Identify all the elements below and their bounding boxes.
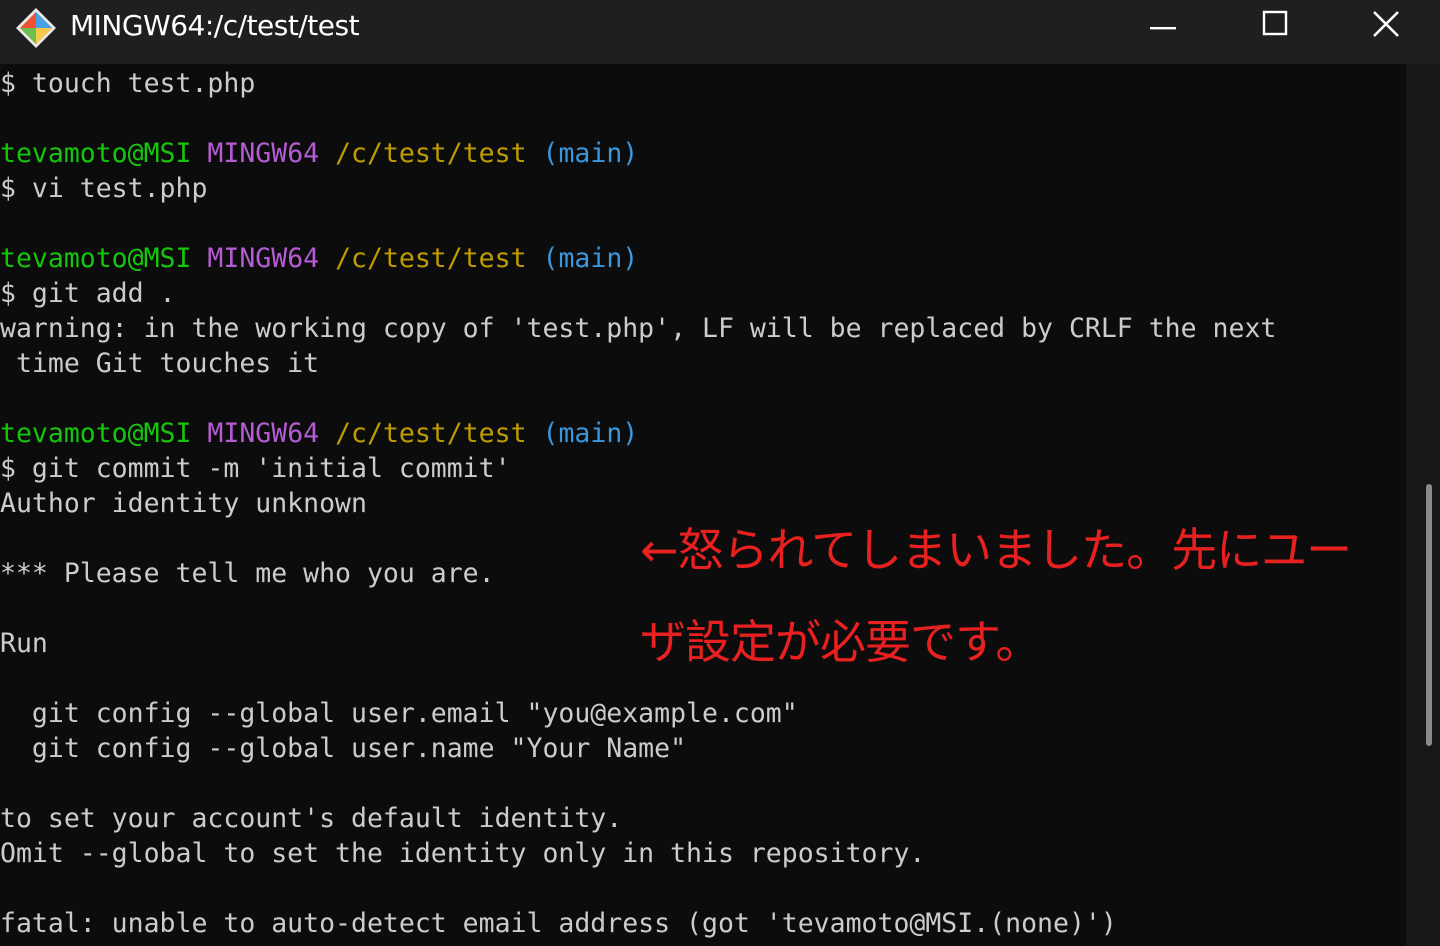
maximize-icon: [1262, 10, 1290, 43]
output-line: Author identity unknown: [0, 488, 367, 519]
prompt-user-host: tevamoto@MSI: [0, 138, 192, 169]
output-line: *** Please tell me who you are.: [0, 558, 495, 589]
scrollbar-thumb[interactable]: [1426, 484, 1432, 746]
warning-line-continued: time Git touches it: [0, 348, 320, 379]
prompt-user-host: tevamoto@MSI: [0, 418, 192, 449]
prompt-user-host: tevamoto@MSI: [0, 243, 192, 274]
window-title: MINGW64:/c/test/test: [70, 9, 360, 42]
prompt-branch: (main): [542, 243, 639, 274]
terminal-output[interactable]: $ touch test.php tevamoto@MSI MINGW64 /c…: [0, 64, 1406, 946]
close-icon: [1371, 9, 1401, 44]
config-command-line: git config --global user.email "you@exam…: [0, 698, 798, 729]
git-bash-diamond-icon: [14, 6, 58, 50]
minimize-button[interactable]: [1108, 0, 1220, 52]
prompt-env: MINGW64: [207, 418, 320, 449]
command-line: $ git commit -m 'initial commit': [0, 453, 511, 484]
prompt-line: tevamoto@MSI MINGW64 /c/test/test (main): [0, 136, 638, 171]
config-command-line: git config --global user.name "Your Name…: [0, 733, 687, 764]
close-button[interactable]: [1332, 0, 1440, 52]
prompt-path: /c/test/test: [335, 243, 527, 274]
minimize-icon: [1150, 17, 1178, 35]
command-line: $ vi test.php: [0, 173, 208, 204]
output-line: to set your account's default identity.: [0, 803, 623, 834]
prompt-path: /c/test/test: [335, 138, 527, 169]
prompt-line: tevamoto@MSI MINGW64 /c/test/test (main): [0, 241, 638, 276]
annotation-text: ザ設定が必要です。: [640, 615, 1041, 669]
vertical-scrollbar[interactable]: [1406, 64, 1440, 946]
title-bar[interactable]: MINGW64:/c/test/test: [0, 0, 1440, 64]
prompt-env: MINGW64: [207, 243, 320, 274]
warning-line: warning: in the working copy of 'test.ph…: [0, 313, 1277, 344]
command-line: $ git add .: [0, 278, 176, 309]
output-line: Run: [0, 628, 48, 659]
prompt-env: MINGW64: [207, 138, 320, 169]
prompt-line: tevamoto@MSI MINGW64 /c/test/test (main): [0, 416, 638, 451]
output-line: Omit --global to set the identity only i…: [0, 838, 926, 869]
annotation-text: ←怒られてしまいました。先にユー: [640, 523, 1352, 577]
maximize-button[interactable]: [1220, 0, 1332, 52]
prompt-branch: (main): [542, 138, 639, 169]
prompt-path: /c/test/test: [335, 418, 527, 449]
terminal-window: MINGW64:/c/test/test $ touch test.php te…: [0, 0, 1440, 946]
fatal-error-line: fatal: unable to auto-detect email addre…: [0, 908, 1117, 939]
output-line: $ touch test.php: [0, 68, 256, 99]
prompt-branch: (main): [542, 418, 639, 449]
